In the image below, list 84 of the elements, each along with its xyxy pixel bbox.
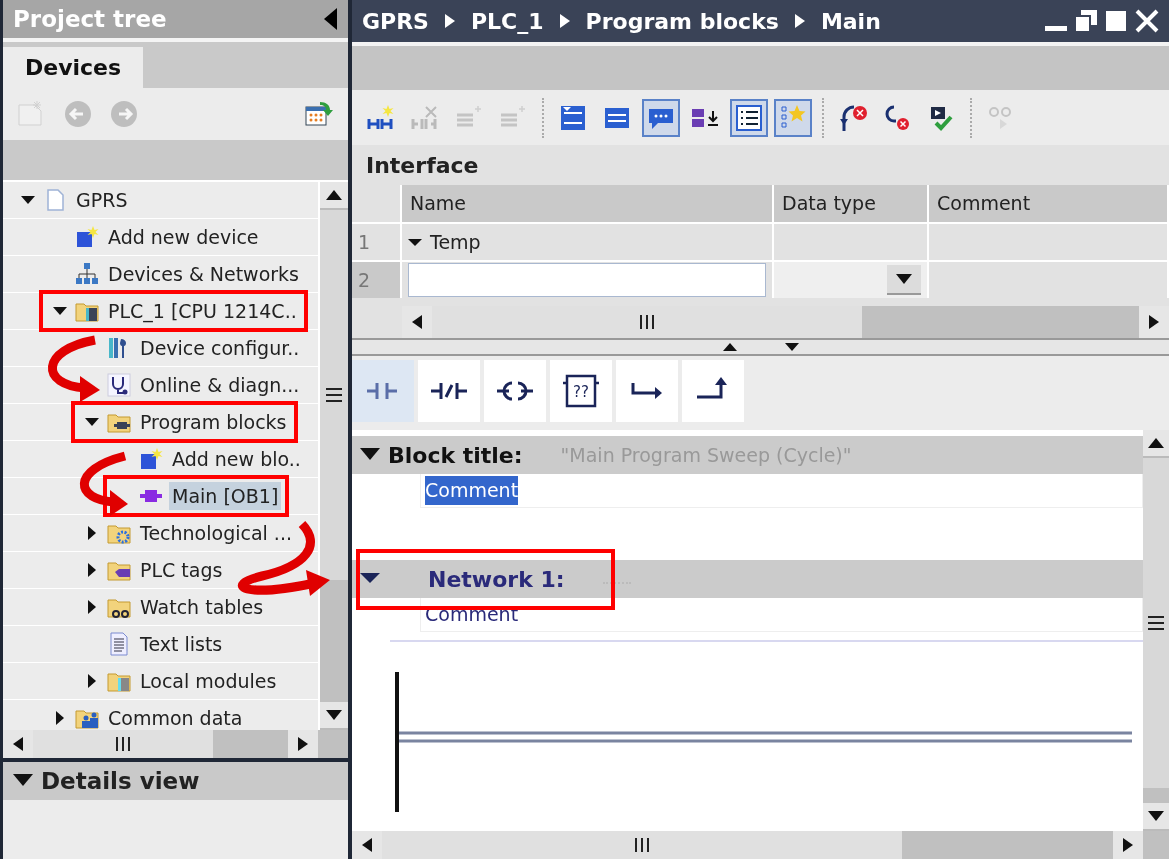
tree-item[interactable]: Watch tables <box>137 592 267 622</box>
grip-icon[interactable] <box>1148 615 1164 631</box>
block-title-label: Block title: <box>388 441 523 470</box>
breadcrumb-item[interactable]: PLC_1 <box>470 4 544 38</box>
network-icon <box>75 262 99 286</box>
text-document-icon <box>107 632 131 656</box>
palette-button[interactable] <box>682 360 744 422</box>
grip-icon[interactable] <box>326 387 342 403</box>
column-header[interactable]: Name <box>402 185 774 222</box>
row-number: 2 <box>352 260 402 298</box>
row-number: 1 <box>352 222 402 260</box>
expanded-arrow-icon[interactable] <box>360 448 380 462</box>
left-arrow-icon[interactable] <box>13 737 23 751</box>
chevron-icon <box>794 14 805 28</box>
palette-button[interactable] <box>484 360 546 422</box>
curved-arrow <box>80 451 128 516</box>
down-arrow-icon[interactable] <box>326 710 342 720</box>
section-title: Interface <box>352 145 1169 185</box>
panel-tab[interactable]: Devices <box>3 47 144 88</box>
tree-item[interactable]: Online & diagn... <box>137 370 303 400</box>
grip-icon[interactable] <box>639 315 655 329</box>
tree-item[interactable]: Text lists <box>137 629 226 659</box>
palette-button[interactable] <box>418 360 480 422</box>
tree-item[interactable]: Program blocks <box>137 407 290 437</box>
scrollbar[interactable] <box>318 182 348 730</box>
maximize-icon[interactable] <box>1105 10 1127 32</box>
breadcrumb-item[interactable]: Main <box>820 4 881 38</box>
star-square-icon <box>139 447 163 471</box>
restore-icon[interactable] <box>1075 10 1097 32</box>
tree-item[interactable]: Technological ... <box>137 518 295 548</box>
tree-item[interactable]: PLC tags <box>137 555 226 585</box>
stethoscope-icon <box>107 373 131 397</box>
left-arrow-icon[interactable] <box>412 315 422 329</box>
tree-item[interactable]: Main [OB1] <box>169 481 282 511</box>
breadcrumb-item[interactable]: GPRS <box>362 4 429 38</box>
column-header[interactable]: Comment <box>929 185 1169 222</box>
tree-item[interactable]: Device configur.. <box>137 333 303 363</box>
star-square-icon <box>75 225 99 249</box>
tree-item[interactable]: Devices & Networks <box>105 259 302 289</box>
close-icon[interactable] <box>1135 9 1159 33</box>
tree-item[interactable]: Local modules <box>137 666 280 696</box>
scrollbar[interactable] <box>1143 430 1169 831</box>
scrollbar-corner <box>1143 831 1169 859</box>
chevron-icon <box>444 14 455 28</box>
scrollbar[interactable] <box>402 306 1169 338</box>
list-icon <box>734 102 764 133</box>
column-header[interactable]: Data type <box>774 185 929 222</box>
toolbar-button[interactable] <box>730 98 768 137</box>
expanded-arrow-icon[interactable] <box>408 237 422 247</box>
tree-item[interactable]: PLC_1 [CPU 1214C.. <box>105 296 300 326</box>
left-arrow-icon[interactable] <box>362 838 372 852</box>
palette-button[interactable] <box>616 360 678 422</box>
tree-item[interactable]: Add new blo.. <box>169 444 304 474</box>
dropdown-button[interactable] <box>887 265 921 295</box>
table-cell-text: Temp <box>430 229 481 255</box>
palette-button[interactable]: ?? <box>550 360 612 422</box>
caret-icon <box>896 274 912 284</box>
down-arrow-icon[interactable] <box>1148 811 1164 821</box>
down-arrow-icon[interactable] <box>784 343 799 351</box>
up-arrow-icon[interactable] <box>722 343 737 351</box>
grip-icon[interactable] <box>634 838 650 852</box>
grip-icon[interactable] <box>115 737 131 751</box>
breadcrumb-item[interactable]: Program blocks <box>585 4 779 38</box>
panel-title: Project tree <box>13 4 167 34</box>
scrollbar[interactable] <box>352 831 1143 859</box>
tree-item[interactable]: Common data <box>105 703 246 730</box>
panel-title: Details view <box>41 766 200 796</box>
expanded-arrow-icon[interactable] <box>13 774 33 788</box>
right-arrow-icon[interactable] <box>298 737 308 751</box>
comment-field[interactable]: Comment <box>425 476 519 505</box>
expanded-arrow-icon[interactable] <box>360 573 380 585</box>
up-arrow-icon[interactable] <box>326 190 342 200</box>
collapse-arrow-icon[interactable] <box>324 8 338 30</box>
right-arrow-icon[interactable] <box>1149 315 1159 329</box>
chevron-icon <box>559 14 570 28</box>
up-arrow-icon[interactable] <box>1148 438 1164 448</box>
tree-item[interactable]: GPRS <box>73 185 131 215</box>
curved-arrow <box>48 335 100 402</box>
table-arrow-icon <box>304 99 334 129</box>
network-title: Network 1: <box>428 562 565 596</box>
input-field[interactable] <box>408 263 766 297</box>
tree-item[interactable]: Add new device <box>105 222 262 252</box>
right-arrow-icon[interactable] <box>1123 838 1133 852</box>
scrollbar[interactable] <box>3 730 348 758</box>
